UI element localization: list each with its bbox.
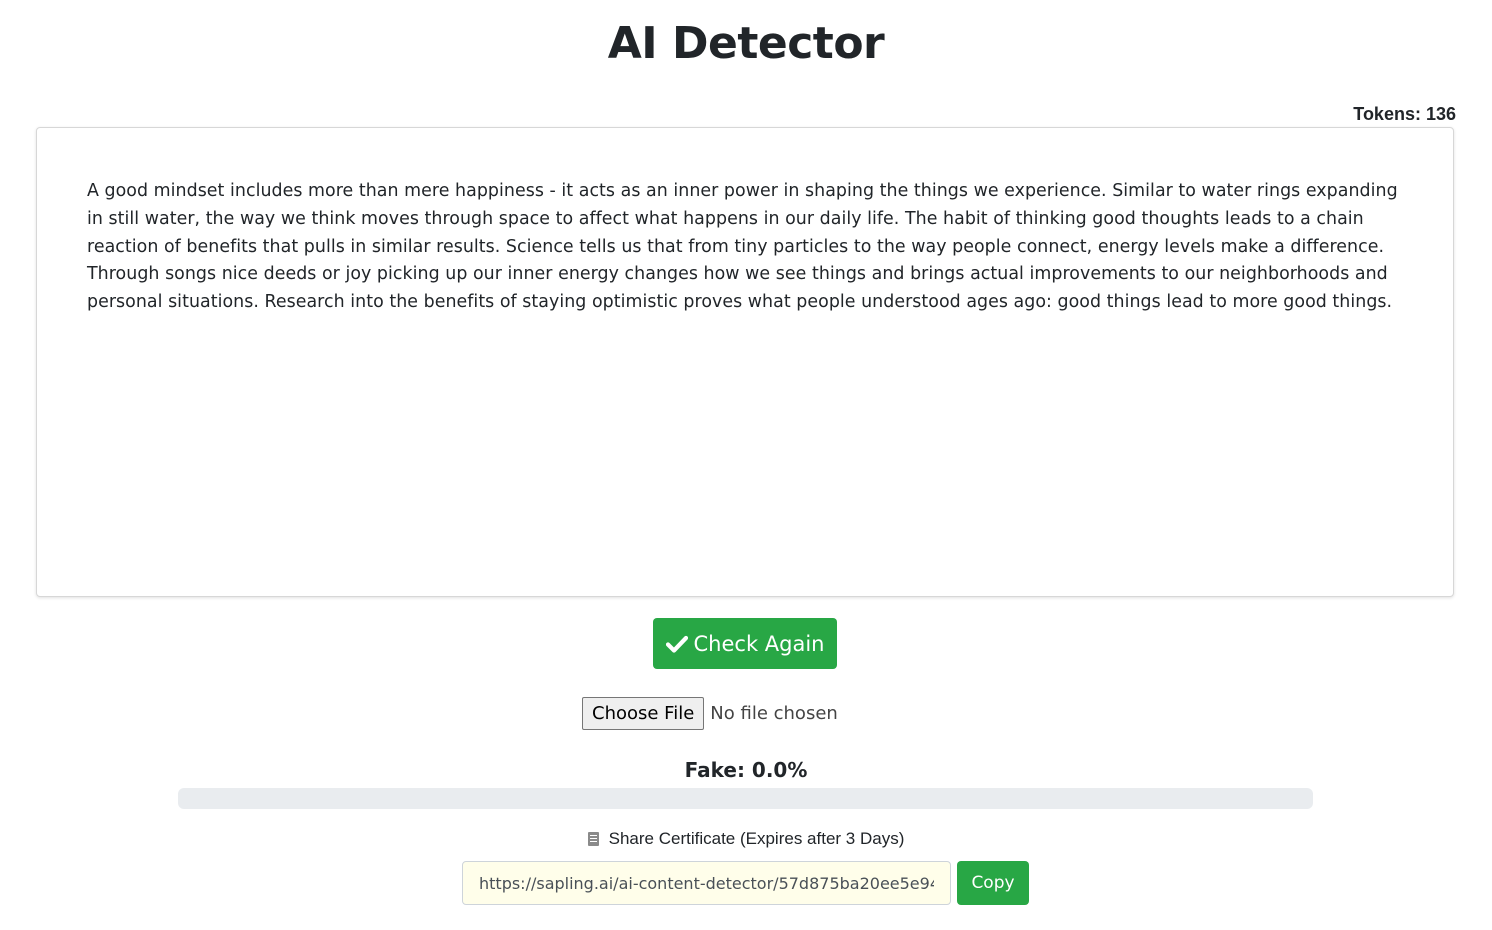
share-certificate-label: Share Certificate (Expires after 3 Days) [608,829,905,848]
editor-text[interactable]: A good mindset includes more than mere h… [87,178,1403,317]
certificate-icon [587,832,599,846]
page-title: AI Detector [607,18,885,69]
text-editor[interactable]: A good mindset includes more than mere h… [36,127,1454,597]
share-certificate: Share Certificate (Expires after 3 Days) [0,829,1492,849]
choose-file-button[interactable]: Choose File [582,697,705,730]
check-again-label: Check Again [693,631,825,656]
check-icon [665,635,688,653]
fake-score-label: Fake: 0.0% [684,758,808,782]
fake-progress-bar [178,788,1313,809]
file-status: No file chosen [710,703,838,724]
page: AI Detector Tokens: 136 A good mindset i… [0,0,1492,930]
file-upload: Choose File No file chosen [582,697,838,730]
token-count: Tokens: 136 [1353,104,1456,124]
copy-button[interactable]: Copy [957,861,1029,905]
check-again-button[interactable]: Check Again [653,618,837,669]
share-url-input[interactable] [462,861,951,905]
